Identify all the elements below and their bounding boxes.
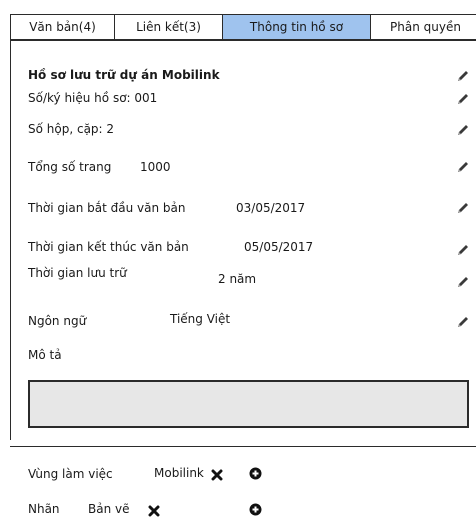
add-workspace-plus-circle-icon[interactable] <box>249 467 262 480</box>
end-date-value: 05/05/2017 <box>244 240 314 254</box>
retention-label: Thời gian lưu trữ <box>28 266 127 280</box>
remove-tag-close-icon[interactable] <box>148 505 160 517</box>
edit-code-pencil-icon[interactable] <box>456 92 470 106</box>
pages-value: 1000 <box>140 160 171 174</box>
language-label: Ngôn ngữ <box>28 314 87 328</box>
description-input[interactable] <box>28 380 469 428</box>
add-tag-plus-circle-icon[interactable] <box>249 503 262 516</box>
edit-title-pencil-icon[interactable] <box>456 69 470 83</box>
tag-chip: Bản vẽ <box>88 502 130 516</box>
start-date-value: 03/05/2017 <box>236 201 306 215</box>
workspace-label: Vùng làm việc <box>28 467 113 481</box>
workspace-tag: Mobilink <box>154 466 204 480</box>
edit-retention-pencil-icon[interactable] <box>456 275 470 289</box>
edit-start-date-pencil-icon[interactable] <box>456 201 470 215</box>
record-box: Số hộp, cặp: 2 <box>28 122 115 136</box>
tag-label: Nhãn <box>28 502 60 516</box>
edit-box-pencil-icon[interactable] <box>456 123 470 137</box>
pages-label: Tổng số trang <box>28 160 112 174</box>
retention-value: 2 năm <box>218 272 257 286</box>
record-code: Số/ký hiệu hồ sơ: 001 <box>28 91 158 105</box>
tab-documents[interactable]: Văn bản(4) <box>10 14 114 40</box>
tab-permissions[interactable]: Phân quyền <box>370 14 476 40</box>
section-divider <box>10 446 476 447</box>
edit-pages-pencil-icon[interactable] <box>456 160 470 174</box>
description-label: Mô tả <box>28 348 62 362</box>
record-title: Hồ sơ lưu trữ dự án Mobilink <box>28 68 220 82</box>
tab-record-info[interactable]: Thông tin hồ sơ <box>222 14 370 40</box>
start-date-label: Thời gian bắt đầu văn bản <box>28 201 186 215</box>
edit-end-date-pencil-icon[interactable] <box>456 243 470 257</box>
tab-links[interactable]: Liên kết(3) <box>114 14 222 40</box>
end-date-label: Thời gian kết thúc văn bản <box>28 240 189 254</box>
edit-language-pencil-icon[interactable] <box>456 315 470 329</box>
tab-bar: Văn bản(4) Liên kết(3) Thông tin hồ sơ P… <box>10 14 476 40</box>
remove-workspace-close-icon[interactable] <box>211 469 223 481</box>
language-value: Tiếng Việt <box>170 312 231 326</box>
